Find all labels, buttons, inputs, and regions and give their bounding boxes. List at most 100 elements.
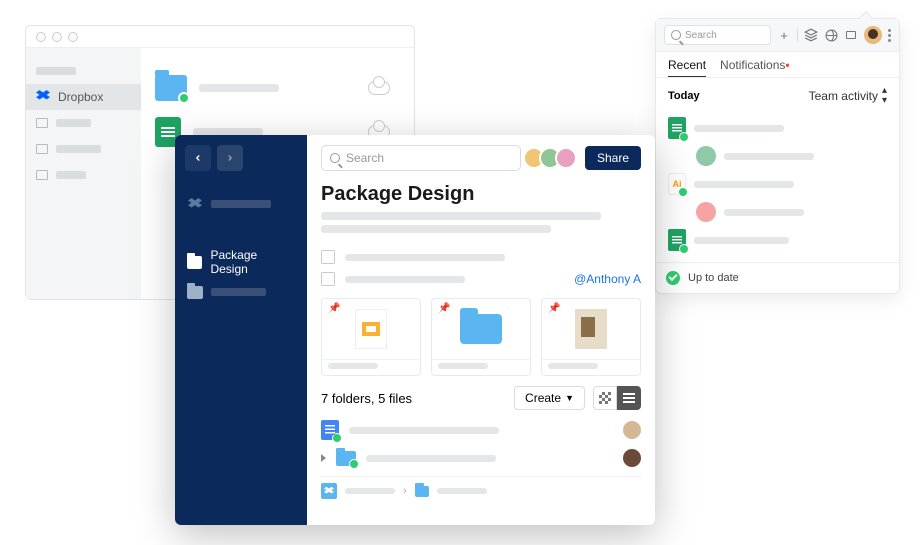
breadcrumb-separator-icon: › (403, 485, 407, 497)
traffic-min-icon[interactable] (52, 32, 62, 42)
list-view-button[interactable] (617, 386, 641, 410)
sidebar-item-dropbox[interactable]: Dropbox (26, 84, 141, 110)
main-search-input[interactable]: Search (321, 145, 521, 171)
file-row[interactable] (321, 416, 641, 444)
more-icon[interactable] (888, 29, 891, 42)
activity-item[interactable]: Ai (668, 170, 887, 198)
sidebar-item-label: Dropbox (58, 90, 103, 104)
user-avatar-icon[interactable] (864, 26, 882, 44)
pinned-card[interactable]: 📌 (321, 298, 421, 376)
sidebar-item[interactable] (26, 136, 141, 162)
checkbox-icon[interactable] (321, 250, 335, 264)
grid-view-button[interactable] (593, 386, 617, 410)
finder-titlebar (26, 26, 414, 48)
tab-notifications[interactable]: Notifications• (720, 58, 790, 77)
folder-outline-icon (36, 144, 48, 154)
globe-icon[interactable] (824, 28, 838, 42)
user-avatar-icon (696, 146, 716, 166)
stack-icon[interactable] (804, 28, 818, 42)
folder-icon (187, 256, 202, 269)
checklist-text-placeholder (345, 254, 505, 261)
activity-text-placeholder (724, 209, 804, 216)
expand-triangle-icon[interactable] (321, 454, 326, 462)
tab-recent[interactable]: Recent (668, 58, 706, 77)
activity-panel: Search + Recent Notifications• Today Tea… (655, 18, 900, 294)
slides-file-icon (355, 309, 387, 349)
add-icon[interactable]: + (777, 28, 791, 42)
user-avatar-icon (555, 147, 577, 169)
file-row[interactable] (155, 66, 400, 110)
nav-forward-button[interactable] (217, 145, 243, 171)
folder-icon (460, 314, 502, 344)
activity-item[interactable] (668, 226, 887, 254)
search-icon (671, 30, 681, 40)
dropbox-icon (187, 197, 203, 211)
file-row[interactable] (321, 444, 641, 472)
panel-tabs: Recent Notifications• (656, 52, 899, 78)
grid-icon (599, 392, 611, 404)
checklist-item[interactable] (321, 246, 641, 268)
pin-icon: 📌 (548, 303, 560, 314)
page-title: Package Design (321, 183, 641, 206)
activity-subitem[interactable] (668, 142, 887, 170)
sidebar-item-dropbox[interactable] (175, 189, 307, 219)
sidebar-item-package-design[interactable]: Package Design (175, 247, 307, 277)
dropbox-icon (36, 89, 50, 106)
sync-ok-badge-icon (679, 132, 689, 142)
sync-ok-badge-icon (178, 92, 190, 104)
create-button[interactable]: Create ▼ (514, 386, 585, 410)
illustrator-file-icon: Ai (668, 173, 686, 195)
description-placeholder (321, 212, 641, 238)
folder-count-text: 7 folders, 5 files (321, 391, 412, 406)
checkbox-icon[interactable] (321, 272, 335, 286)
file-list (321, 416, 641, 472)
section-today-label: Today (668, 90, 700, 102)
cloud-icon[interactable] (368, 81, 390, 95)
activity-subitem[interactable] (668, 198, 887, 226)
sidebar-item[interactable] (26, 162, 141, 188)
window-icon[interactable] (844, 28, 858, 42)
dropbox-icon[interactable] (321, 483, 337, 499)
chevron-down-icon: ▼ (565, 393, 574, 403)
sidebar-item[interactable] (26, 58, 141, 84)
folder-icon (187, 286, 203, 299)
checklist-item[interactable]: @Anthony A (321, 268, 641, 290)
user-avatar-icon (623, 449, 641, 467)
mention-link[interactable]: @Anthony A (574, 272, 641, 286)
pinned-card[interactable]: 📌 (541, 298, 641, 376)
notification-dot-icon: • (785, 58, 789, 72)
nav-back-button[interactable] (185, 145, 211, 171)
crumb-placeholder[interactable] (437, 488, 487, 494)
dropbox-window: Package Design Search Share Package Desi… (175, 135, 655, 525)
traffic-max-icon[interactable] (68, 32, 78, 42)
up-to-date-icon (666, 271, 680, 285)
folder-summary-row: 7 folders, 5 files Create ▼ (321, 386, 641, 410)
sidebar-item[interactable] (175, 277, 307, 307)
sidebar-item-label: Package Design (210, 248, 295, 276)
activity-text-placeholder (724, 153, 814, 160)
traffic-close-icon[interactable] (36, 32, 46, 42)
file-name-placeholder (199, 84, 279, 92)
panel-search-input[interactable]: Search (664, 25, 771, 45)
team-activity-dropdown[interactable]: Team activity ▴▾ (809, 86, 887, 106)
pinned-cards: 📌 📌 📌 (321, 298, 641, 376)
panel-header: Search + (656, 19, 899, 52)
sidebar-item[interactable] (26, 110, 141, 136)
sync-ok-badge-icon (332, 433, 342, 443)
breadcrumb: › (321, 476, 641, 499)
docs-file-icon (321, 420, 339, 440)
activity-text-placeholder (694, 181, 794, 188)
share-button[interactable]: Share (585, 146, 641, 170)
crumb-placeholder[interactable] (345, 488, 395, 494)
activity-item[interactable] (668, 114, 887, 142)
folder-icon[interactable] (415, 486, 429, 497)
search-placeholder: Search (346, 151, 384, 165)
pin-icon: 📌 (328, 303, 340, 314)
user-avatar-icon (696, 202, 716, 222)
panel-footer: Up to date (656, 262, 899, 293)
main-sidebar: Package Design (175, 135, 307, 525)
pin-icon: 📌 (438, 303, 450, 314)
checklist-text-placeholder (345, 276, 465, 283)
collaborator-avatars[interactable] (529, 147, 577, 169)
pinned-card[interactable]: 📌 (431, 298, 531, 376)
